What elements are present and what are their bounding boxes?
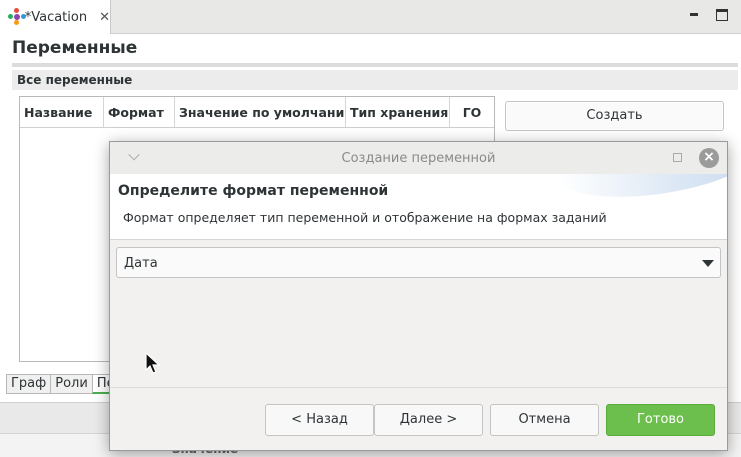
close-icon[interactable]: ✕ [99,10,110,25]
create-button[interactable]: Создать [505,101,724,131]
section-divider [12,63,738,67]
mouse-pointer-icon [145,352,161,374]
wizard-description: Формат определяет тип переменной и отобр… [123,210,607,225]
tab-graph[interactable]: Граф [6,374,52,394]
create-variable-dialog: Создание переменной × Определите формат … [109,141,728,451]
editor-tab-vacation[interactable]: *Vacation ✕ [0,0,111,34]
table-header-row: Название Формат Значение по умолчанию Ти… [20,97,494,128]
triangle-down-icon[interactable] [702,260,714,267]
column-header-storage-type[interactable]: Тип хранения [346,97,450,127]
column-header-name[interactable]: Название [20,97,104,127]
process-editor-icon [8,8,26,26]
format-select[interactable]: Дата [116,247,721,278]
column-header-format[interactable]: Формат [104,97,175,127]
page-title: Переменные [12,38,138,58]
finish-button[interactable]: Готово [606,404,715,436]
editor-tab-label: *Vacation [24,9,88,25]
editor-tab-bar: *Vacation ✕ [0,0,741,34]
wizard-heading: Определите формат переменной [118,183,389,199]
tab-roles[interactable]: Роли [50,374,93,394]
dialog-divider [110,387,727,388]
section-title: Все переменные [12,70,738,90]
wizard-header: Определите формат переменной Формат опре… [110,174,727,240]
maximize-icon[interactable] [716,9,728,21]
cancel-button[interactable]: Отмена [490,404,599,436]
dialog-titlebar[interactable]: Создание переменной × [110,142,727,174]
dialog-title: Создание переменной [341,151,496,166]
back-button[interactable]: < Назад [265,404,374,436]
minimize-icon[interactable] [688,9,700,21]
next-button[interactable]: Далее > [374,404,483,436]
close-icon[interactable]: × [699,148,719,168]
format-select-value: Дата [124,256,158,271]
wizard-banner-graphic [553,174,727,208]
column-header-global[interactable]: ГО [450,97,494,127]
app-window: *Vacation ✕ Переменные Все переменные На… [0,0,741,457]
column-header-default-value[interactable]: Значение по умолчанию [175,97,346,127]
maximize-icon[interactable] [673,153,682,162]
